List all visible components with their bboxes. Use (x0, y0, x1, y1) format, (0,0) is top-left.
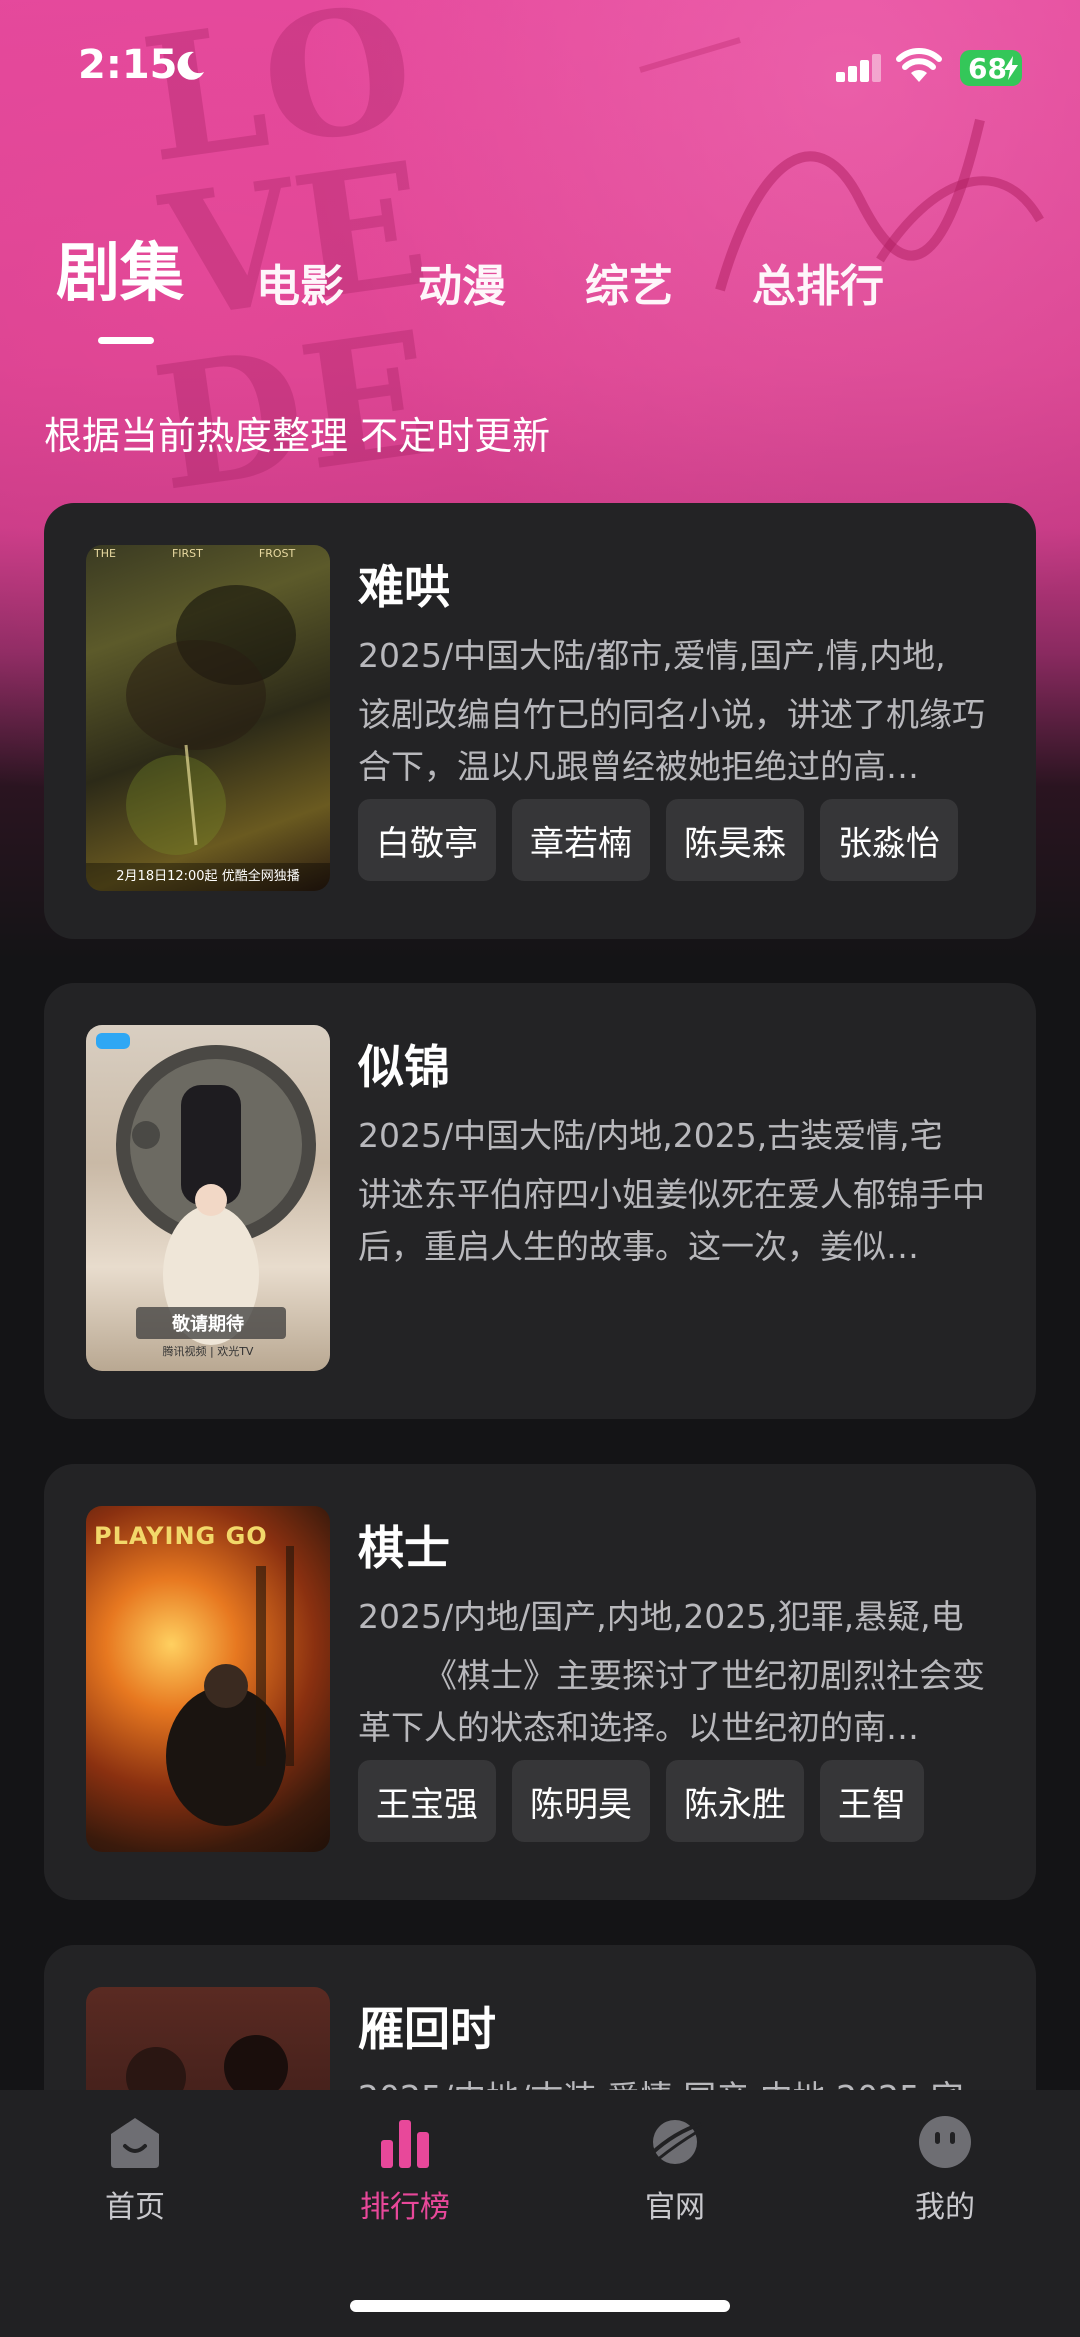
tab-series[interactable]: 剧集 (56, 222, 184, 314)
nav-ranking-label: 排行榜 (360, 2190, 450, 2225)
cast-chip[interactable]: 王宝强 (358, 1760, 496, 1842)
battery-level: 68 (968, 52, 1007, 85)
planet-icon (649, 2120, 702, 2164)
poster-word: THE (94, 547, 116, 560)
cellular-signal-icon (836, 54, 881, 82)
show-description-text: 《棋士》主要探讨了世纪初剧烈社会变革下人的状态和选择。以世纪初的南… (358, 1656, 985, 1747)
poster-image: THE FIRST FROST 2月18日12:00起 优酷全网独播 (86, 545, 330, 891)
ranking-subtitle: 根据当前热度整理 不定时更新 (44, 414, 551, 458)
poster-word: FIRST (171, 547, 203, 560)
home-icon (111, 2118, 159, 2168)
show-description: 《棋士》主要探讨了世纪初剧烈社会变革下人的状态和选择。以世纪初的南… (358, 1650, 998, 1754)
poster-image: 敬请期待 腾讯视频 | 欢光TV (86, 1025, 330, 1371)
tab-anime[interactable]: 动漫 (418, 250, 506, 314)
poster-caption: 2月18日12:00起 优酷全网独播 (116, 869, 300, 884)
show-title: 难哄 (358, 560, 450, 614)
cast-list: 白敬亭 章若楠 陈昊森 张淼怡 (358, 799, 958, 881)
status-bar: 2:15 68 (0, 0, 1080, 130)
nav-profile-label: 我的 (915, 2190, 975, 2225)
nav-website-label: 官网 (645, 2190, 705, 2225)
tab-variety[interactable]: 综艺 (585, 250, 673, 314)
poster-top-text: THE FIRST FROST (94, 547, 295, 560)
show-card[interactable]: THE FIRST FROST 2月18日12:00起 优酷全网独播 难哄 20… (44, 503, 1036, 939)
cast-chip[interactable]: 陈明昊 (512, 1760, 650, 1842)
poster-art (86, 585, 330, 891)
show-meta: 2025/内地/国产,内地,2025,犯罪,悬疑,电 (358, 1597, 964, 1636)
tab-overall-ranking[interactable]: 总排行 (752, 250, 884, 314)
active-tab-indicator (98, 337, 154, 344)
cast-chip[interactable]: 白敬亭 (358, 799, 496, 881)
cast-chip[interactable]: 张淼怡 (820, 799, 958, 881)
poster-caption: PLAYING GO (94, 1522, 268, 1550)
poster-image: PLAYING GO (86, 1506, 330, 1852)
show-title: 似锦 (358, 1040, 450, 1094)
nav-profile[interactable]: 我的 (845, 2114, 1045, 2226)
poster-caption: 敬请期待 (172, 1314, 244, 1335)
show-card[interactable]: PLAYING GO 棋士 2025/内地/国产,内地,2025,犯罪,悬疑,电… (44, 1464, 1036, 1900)
tab-movies[interactable]: 电影 (256, 250, 344, 314)
charging-bolt-icon (1004, 56, 1018, 80)
cast-chip[interactable]: 陈昊森 (666, 799, 804, 881)
wifi-icon (896, 48, 942, 82)
category-tabs: 剧集 电影 动漫 综艺 总排行 (0, 230, 1080, 350)
bar-chart-icon (381, 2120, 429, 2168)
moon-icon (177, 51, 204, 80)
show-title: 棋士 (358, 1521, 450, 1575)
nav-home-label: 首页 (105, 2190, 165, 2225)
show-meta: 2025/中国大陆/内地,2025,古装爱情,宅 (358, 1116, 943, 1155)
status-time: 2:15 (78, 42, 178, 88)
cast-chip[interactable]: 王智 (820, 1760, 924, 1842)
battery-indicator: 68 (960, 50, 1022, 86)
cast-chip[interactable]: 陈永胜 (666, 1760, 804, 1842)
nav-ranking[interactable]: 排行榜 (305, 2114, 505, 2226)
show-meta: 2025/中国大陆/都市,爱情,国产,情,内地, (358, 636, 946, 675)
show-description: 该剧改编自竹已的同名小说，讲述了机缘巧合下，温以凡跟曾经被她拒绝过的高… (358, 695, 985, 786)
profile-face-icon (919, 2116, 971, 2168)
poster-word: FROST (258, 547, 296, 560)
cast-list: 王宝强 陈明昊 陈永胜 王智 (358, 1760, 924, 1842)
show-title: 雁回时 (358, 2002, 496, 2056)
poster-sub: 腾讯视频 | 欢光TV (162, 1345, 254, 1358)
show-card[interactable]: 敬请期待 腾讯视频 | 欢光TV 似锦 2025/中国大陆/内地,2025,古装… (44, 983, 1036, 1419)
poster-art (166, 1546, 294, 1826)
home-indicator[interactable] (350, 2300, 730, 2312)
show-description: 讲述东平伯府四小姐姜似死在爱人郁锦手中后，重启人生的故事。这一次，姜似… (358, 1175, 985, 1266)
nav-home[interactable]: 首页 (35, 2114, 235, 2226)
cast-chip[interactable]: 章若楠 (512, 799, 650, 881)
nav-website[interactable]: 官网 (575, 2114, 775, 2226)
